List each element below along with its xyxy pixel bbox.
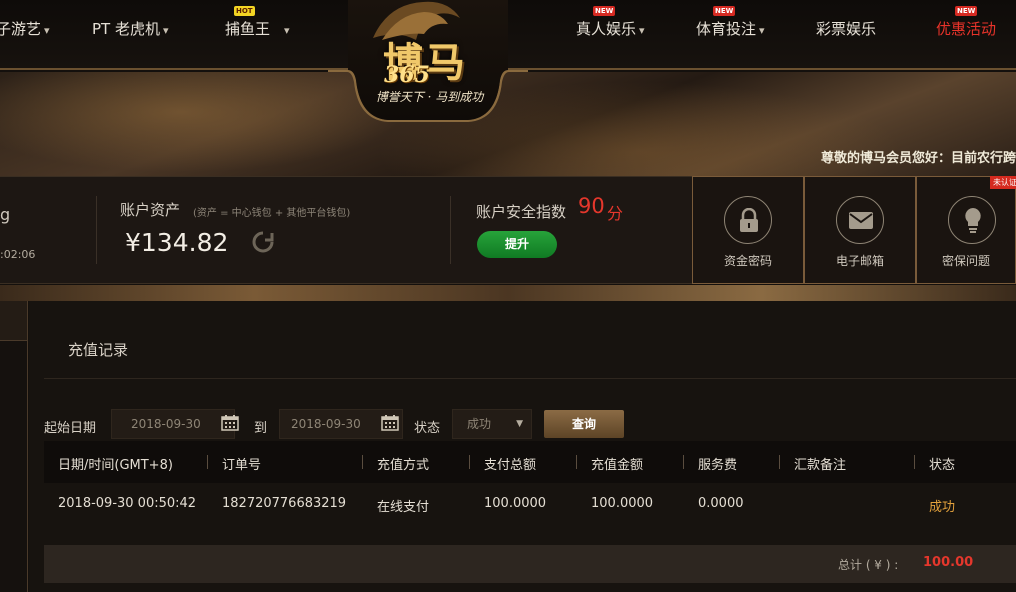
nav-item-label: PT 老虎机 bbox=[92, 20, 160, 38]
cell-order-number: 182720776683219 bbox=[222, 496, 347, 511]
lock-icon-circle bbox=[724, 196, 772, 244]
security-tile-email[interactable]: 电子邮箱 bbox=[804, 176, 916, 284]
calendar-icon[interactable] bbox=[381, 415, 399, 431]
column-divider bbox=[362, 455, 363, 469]
nav-item-promotions[interactable]: NEW 优惠活动 bbox=[936, 6, 997, 42]
lightbulb-icon bbox=[965, 208, 981, 233]
total-label: 总计 ( ¥ ) : bbox=[838, 558, 899, 572]
page-title: 充值记录 bbox=[68, 341, 129, 359]
tile-label: 电子邮箱 bbox=[835, 254, 884, 268]
nav-item-label: 捕鱼王 bbox=[225, 20, 271, 38]
start-date-input[interactable]: 2018-09-30 bbox=[111, 409, 235, 439]
mail-icon bbox=[849, 212, 873, 229]
chevron-down-icon: ▾ bbox=[639, 24, 645, 37]
column-divider bbox=[914, 455, 915, 469]
cell-amount: 100.0000 bbox=[591, 496, 654, 511]
new-badge: NEW bbox=[593, 6, 616, 16]
nav-item-fishing-king[interactable]: HOT 捕鱼王 ▾ bbox=[225, 6, 290, 42]
to-label: 到 bbox=[254, 421, 268, 436]
asset-value: ¥134.82 bbox=[125, 228, 229, 257]
caret-down-icon: ▼ bbox=[516, 419, 523, 429]
chevron-down-icon: ▾ bbox=[162, 24, 169, 37]
total-value: 100.00 bbox=[923, 555, 974, 570]
new-badge: NEW bbox=[955, 6, 978, 16]
username-fragment: g bbox=[0, 205, 11, 224]
new-badge: NEW bbox=[713, 6, 736, 16]
nav-item-label: 彩票娱乐 bbox=[816, 20, 877, 38]
nav-item-label: 子游艺 bbox=[0, 20, 42, 38]
title-divider bbox=[44, 378, 1016, 379]
divider bbox=[96, 196, 97, 264]
chevron-down-icon: ▾ bbox=[284, 24, 290, 37]
nav-item-live-casino[interactable]: NEW 真人娱乐 ▾ bbox=[576, 6, 645, 42]
account-info-bar bbox=[0, 176, 692, 284]
tile-label: 密保问题 bbox=[941, 254, 990, 268]
chevron-down-icon: ▾ bbox=[44, 24, 50, 37]
table-header: 日期/时间(GMT+8) 订单号 充值方式 支付总额 充值金额 服务费 汇款备注… bbox=[44, 441, 1016, 483]
tile-label: 资金密码 bbox=[723, 254, 772, 268]
nav-item-lottery[interactable]: 彩票娱乐 bbox=[816, 18, 876, 42]
column-divider bbox=[683, 455, 684, 469]
safety-index-score: 90 bbox=[578, 194, 605, 218]
nav-item-label: 真人娱乐 bbox=[576, 20, 637, 38]
login-time-fragment: :02:06 bbox=[0, 248, 36, 261]
column-header-datetime[interactable]: 日期/时间(GMT+8) bbox=[58, 454, 173, 473]
nav-item-electronic-games[interactable]: 子游艺 ▾ bbox=[0, 18, 50, 42]
mail-icon-circle bbox=[836, 196, 884, 244]
logo-slogan: 博誉天下 · 马到成功 bbox=[375, 90, 484, 104]
lightbulb-icon-circle bbox=[948, 196, 996, 244]
start-date-label: 起始日期 bbox=[44, 421, 97, 436]
nav-item-label: 优惠活动 bbox=[936, 20, 997, 38]
asset-label: 账户资产 bbox=[120, 201, 181, 219]
nav-item-pt-slots[interactable]: PT 老虎机 ▾ bbox=[92, 18, 169, 42]
status-label: 状态 bbox=[414, 421, 441, 436]
sidebar-fragment bbox=[0, 301, 28, 592]
safety-index-label: 账户安全指数 bbox=[476, 203, 567, 221]
chevron-down-icon: ▾ bbox=[759, 24, 765, 37]
column-header-order-number[interactable]: 订单号 bbox=[222, 454, 261, 473]
decorative-strip bbox=[0, 285, 1016, 301]
column-header-remark[interactable]: 汇款备注 bbox=[794, 454, 846, 473]
column-header-method[interactable]: 充值方式 bbox=[377, 454, 429, 473]
nav-item-label: 体育投注 bbox=[696, 20, 757, 38]
cell-datetime: 2018-09-30 00:50:42 bbox=[58, 496, 197, 511]
nav-item-sports-betting[interactable]: NEW 体育投注 ▾ bbox=[696, 6, 765, 42]
column-header-total-paid[interactable]: 支付总额 bbox=[484, 454, 536, 473]
status-select-value: 成功 bbox=[467, 417, 492, 431]
sidebar-active-tab[interactable] bbox=[0, 301, 27, 341]
column-divider bbox=[576, 455, 577, 469]
table-row: 2018-09-30 00:50:42 182720776683219 在线支付… bbox=[44, 483, 1016, 525]
column-header-amount[interactable]: 充值金额 bbox=[591, 454, 643, 473]
security-tile-security-question[interactable]: 密保问题 bbox=[916, 176, 1016, 284]
unverified-badge: 未认证 bbox=[990, 176, 1016, 189]
column-divider bbox=[207, 455, 208, 469]
column-divider bbox=[469, 455, 470, 469]
logo-number: 365 bbox=[384, 62, 430, 88]
status-select[interactable]: 成功 ▼ bbox=[452, 409, 532, 439]
cell-total-paid: 100.0000 bbox=[484, 496, 547, 511]
calendar-icon[interactable] bbox=[221, 415, 239, 431]
column-header-fee[interactable]: 服务费 bbox=[698, 454, 737, 473]
safety-index-unit: 分 bbox=[607, 204, 624, 223]
divider bbox=[450, 196, 451, 264]
security-tile-fund-password[interactable]: 资金密码 bbox=[692, 176, 804, 284]
column-header-status[interactable]: 状态 bbox=[929, 454, 955, 473]
column-divider bbox=[779, 455, 780, 469]
asset-note: (资产 = 中心钱包 + 其他平台钱包) bbox=[193, 208, 351, 219]
lock-icon bbox=[740, 208, 758, 232]
cell-status: 成功 bbox=[929, 500, 956, 515]
query-button[interactable]: 查询 bbox=[544, 410, 624, 438]
total-summary-bar: 总计 ( ¥ ) : 100.00 bbox=[44, 545, 1016, 583]
cell-fee: 0.0000 bbox=[698, 496, 744, 511]
hot-badge: HOT bbox=[234, 6, 255, 16]
refresh-icon[interactable] bbox=[251, 230, 275, 254]
announcement-marquee[interactable]: 尊敬的博马会员您好：目前农行跨 bbox=[821, 147, 1016, 166]
upgrade-security-button[interactable]: 提升 bbox=[477, 231, 557, 258]
cell-method: 在线支付 bbox=[377, 500, 430, 515]
